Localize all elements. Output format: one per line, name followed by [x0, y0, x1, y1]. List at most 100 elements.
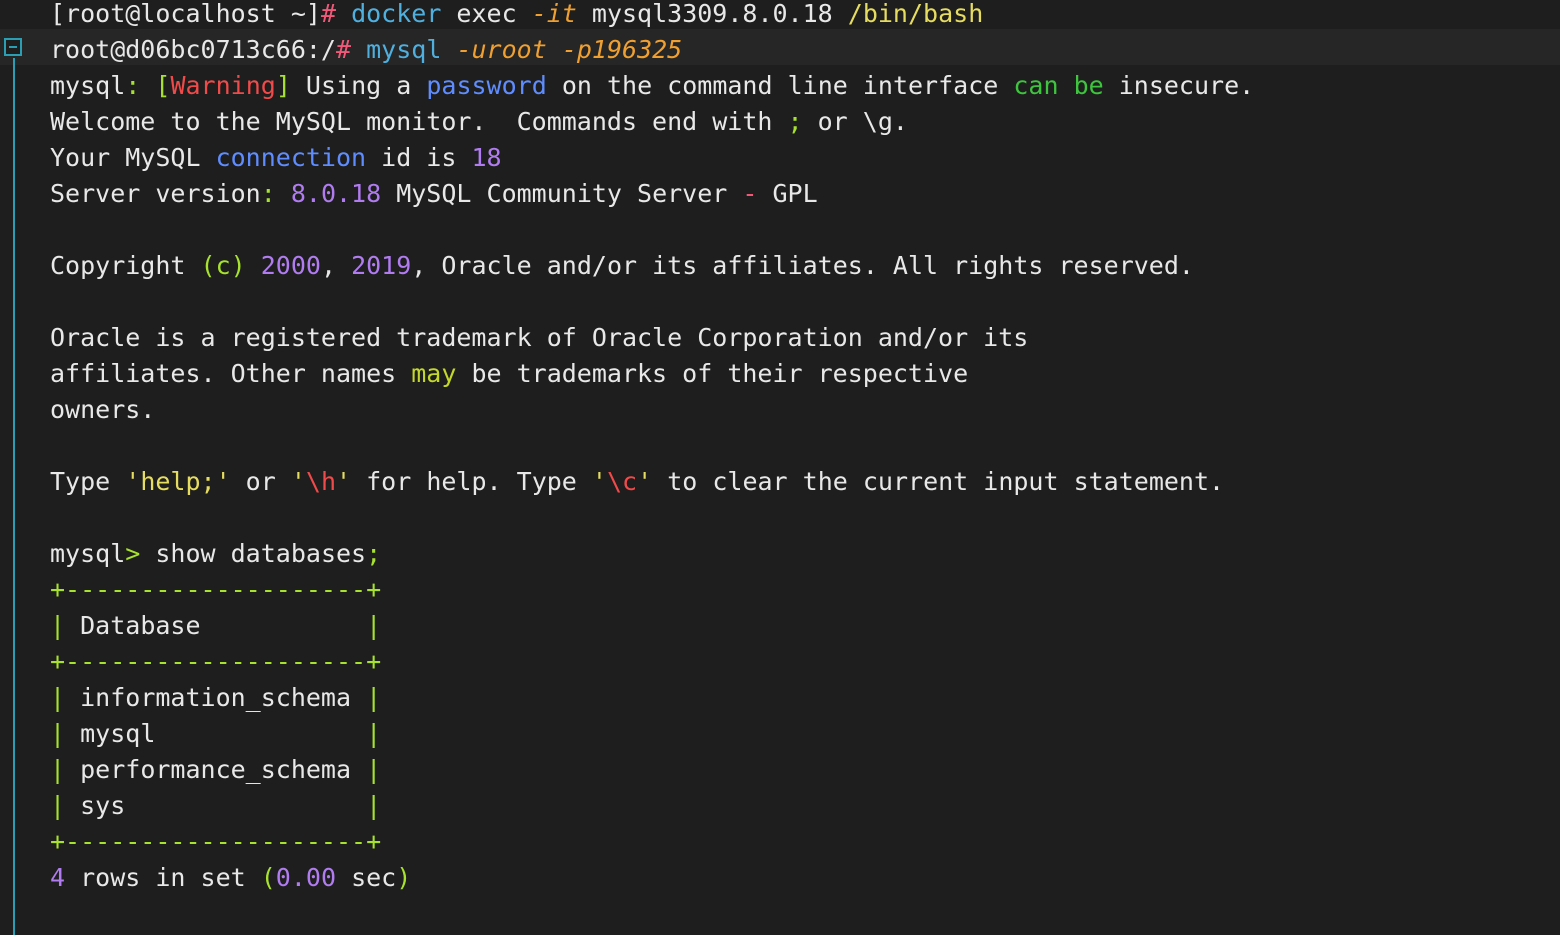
terminal-text-segment: for help. Type	[351, 467, 592, 496]
terminal-text-segment: -uroot	[456, 35, 547, 64]
terminal-text-segment: |	[50, 719, 66, 748]
terminal-line: [root@localhost ~]# docker exec -it mysq…	[50, 0, 1254, 32]
terminal-text-segment: |	[366, 683, 382, 712]
terminal-text-segment: ;	[787, 107, 803, 136]
terminal-line: Your MySQL connection id is 18	[50, 140, 1254, 176]
terminal-text-segment: Database	[65, 611, 367, 640]
terminal-text-segment: ,	[320, 251, 352, 280]
terminal-text-segment: Oracle is a registered trademark of Orac…	[50, 323, 1029, 352]
terminal-text-segment: performance_schema	[65, 755, 367, 784]
terminal-text-segment: #	[335, 35, 352, 64]
terminal-text-segment: mysql	[366, 35, 442, 64]
terminal-text-segment: )	[396, 863, 412, 892]
terminal-text-segment: |	[50, 791, 66, 820]
terminal-text-segment: can be	[1013, 71, 1104, 100]
terminal-text-segment: >	[125, 539, 141, 568]
terminal-output[interactable]: [root@localhost ~]# docker exec -it mysq…	[50, 0, 1254, 896]
terminal-line: owners.	[50, 392, 1254, 428]
terminal-text-segment: sys	[65, 791, 367, 820]
terminal-text-segment: Warning	[170, 71, 276, 100]
terminal-text-segment: Server version	[50, 179, 261, 208]
terminal-text-segment: or	[230, 467, 291, 496]
terminal-text-segment: |	[50, 755, 66, 784]
terminal-text-segment: :	[125, 71, 141, 100]
terminal-line: mysql: [Warning] Using a password on the…	[50, 68, 1254, 104]
terminal-line: root@d06bc0713c66:/# mysql -uroot -p1963…	[50, 32, 1254, 68]
terminal-text-segment: +--------------------+	[50, 647, 382, 676]
terminal-line: Server version: 8.0.18 MySQL Community S…	[50, 176, 1254, 212]
fold-guide-line	[13, 58, 15, 935]
terminal-text-segment: [	[155, 71, 171, 100]
terminal-line: Oracle is a registered trademark of Orac…	[50, 320, 1254, 356]
terminal-window[interactable]: [root@localhost ~]# docker exec -it mysq…	[0, 0, 1560, 935]
terminal-line: Copyright (c) 2000, 2019, Oracle and/or …	[50, 248, 1254, 284]
terminal-line: Welcome to the MySQL monitor. Commands e…	[50, 104, 1254, 140]
terminal-text-segment: owners.	[50, 395, 156, 424]
terminal-line: affiliates. Other names may be trademark…	[50, 356, 1254, 392]
terminal-text-segment: affiliates. Other names	[50, 359, 412, 388]
terminal-text-segment: |	[50, 611, 66, 640]
terminal-text-segment: |	[50, 683, 66, 712]
terminal-text-segment: \h	[305, 467, 337, 496]
terminal-line: | mysql |	[50, 716, 1254, 752]
terminal-text-segment: information_schema	[65, 683, 367, 712]
terminal-text-segment: ;	[366, 539, 382, 568]
terminal-text-segment: 2019	[351, 251, 412, 280]
terminal-line: 4 rows in set (0.00 sec)	[50, 860, 1254, 896]
terminal-text-segment: id is	[366, 143, 472, 172]
terminal-text-segment: '	[637, 467, 653, 496]
terminal-line: +--------------------+	[50, 572, 1254, 608]
terminal-text-segment: |	[366, 755, 382, 784]
terminal-text-segment: mysql	[65, 719, 367, 748]
terminal-text-segment: 4	[50, 863, 66, 892]
terminal-text-segment: rows in set	[65, 863, 261, 892]
collapse-square-icon[interactable]	[4, 38, 22, 56]
terminal-text-segment: root@d06bc0713c66:/	[50, 35, 336, 64]
terminal-text-segment: /bin/bash	[847, 0, 984, 28]
terminal-text-segment: '	[290, 467, 306, 496]
terminal-text-segment: 18	[471, 143, 502, 172]
terminal-text-segment: 'help;'	[125, 467, 231, 496]
terminal-text-segment: Using a	[290, 71, 427, 100]
terminal-text-segment: :	[260, 179, 276, 208]
terminal-text-segment: exec	[441, 0, 532, 28]
terminal-text-segment: 8.0.18	[290, 179, 382, 208]
terminal-text-segment: connection	[215, 143, 367, 172]
terminal-text-segment: on the command line interface	[546, 71, 1014, 100]
terminal-text-segment: [root@localhost ~]	[50, 0, 321, 28]
terminal-text-segment: or \g.	[802, 107, 908, 136]
terminal-line: | Database |	[50, 608, 1254, 644]
terminal-line: +--------------------+	[50, 824, 1254, 860]
terminal-text-segment: mysql	[50, 539, 126, 568]
terminal-text-segment: |	[366, 791, 382, 820]
terminal-text-segment: '	[336, 467, 352, 496]
terminal-text-segment: mysql3309.8.0.18	[576, 0, 848, 28]
terminal-line: +--------------------+	[50, 644, 1254, 680]
terminal-text-segment: Your MySQL	[50, 143, 216, 172]
terminal-text-segment: password	[426, 71, 547, 100]
terminal-text-segment: MySQL Community Server	[381, 179, 743, 208]
terminal-text-segment: +--------------------+	[50, 827, 382, 856]
terminal-text-segment: be trademarks of their respective	[456, 359, 969, 388]
terminal-text-segment: -p196325	[561, 35, 683, 64]
terminal-text-segment: sec	[336, 863, 397, 892]
terminal-text-segment: 0.00	[275, 863, 337, 892]
terminal-text-segment: -it	[531, 0, 577, 28]
terminal-text-segment: |	[366, 719, 382, 748]
terminal-text-segment: #	[320, 0, 336, 28]
terminal-text-segment: '	[591, 467, 607, 496]
terminal-text-segment: \c	[606, 467, 638, 496]
terminal-line: | sys |	[50, 788, 1254, 824]
terminal-text-segment: ]	[275, 71, 291, 100]
